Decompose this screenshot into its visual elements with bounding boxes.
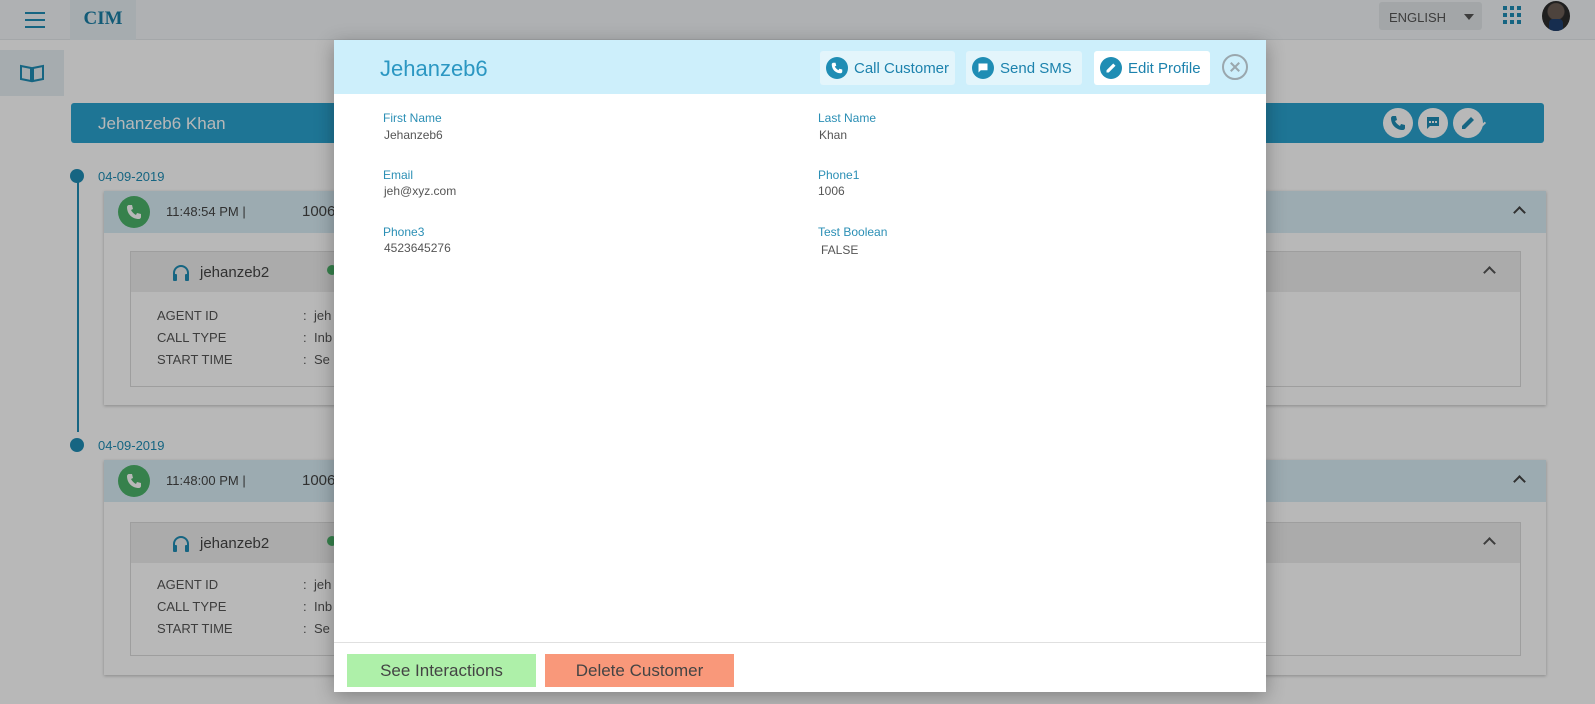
field-value-first-name: Jehanzeb6 <box>384 128 443 142</box>
field-value-phone3: 4523645276 <box>384 241 451 255</box>
edit-profile-button[interactable]: Edit Profile <box>1094 51 1210 85</box>
send-sms-button[interactable]: Send SMS <box>966 51 1082 85</box>
close-icon[interactable] <box>1222 54 1248 80</box>
field-value-phone1: 1006 <box>818 184 845 198</box>
call-customer-label: Call Customer <box>854 60 950 77</box>
modal-footer: See Interactions Delete Customer <box>334 642 1266 692</box>
edit-profile-label: Edit Profile <box>1128 60 1201 77</box>
modal-title: Jehanzeb6 <box>380 56 488 81</box>
field-label-last-name: Last Name <box>818 111 877 125</box>
delete-customer-button[interactable]: Delete Customer <box>545 654 734 687</box>
field-label-phone1: Phone1 <box>818 168 860 182</box>
phone-icon <box>826 57 848 79</box>
field-label-first-name: First Name <box>383 111 442 125</box>
field-value-email: jeh@xyz.com <box>384 184 457 198</box>
field-label-phone3: Phone3 <box>383 225 425 239</box>
customer-profile-modal: Jehanzeb6 Call Customer Send SMS Edit Pr… <box>334 40 1266 692</box>
send-sms-label: Send SMS <box>1000 60 1072 77</box>
see-interactions-button[interactable]: See Interactions <box>347 654 536 687</box>
field-value-test-boolean: FALSE <box>821 243 859 257</box>
pencil-icon <box>1100 57 1122 79</box>
field-label-test-boolean: Test Boolean <box>818 225 888 239</box>
field-label-email: Email <box>383 168 414 182</box>
modal-header: Jehanzeb6 Call Customer Send SMS Edit Pr… <box>334 40 1266 94</box>
call-customer-button[interactable]: Call Customer <box>820 51 955 85</box>
message-icon <box>972 57 994 79</box>
field-value-last-name: Khan <box>819 128 848 142</box>
